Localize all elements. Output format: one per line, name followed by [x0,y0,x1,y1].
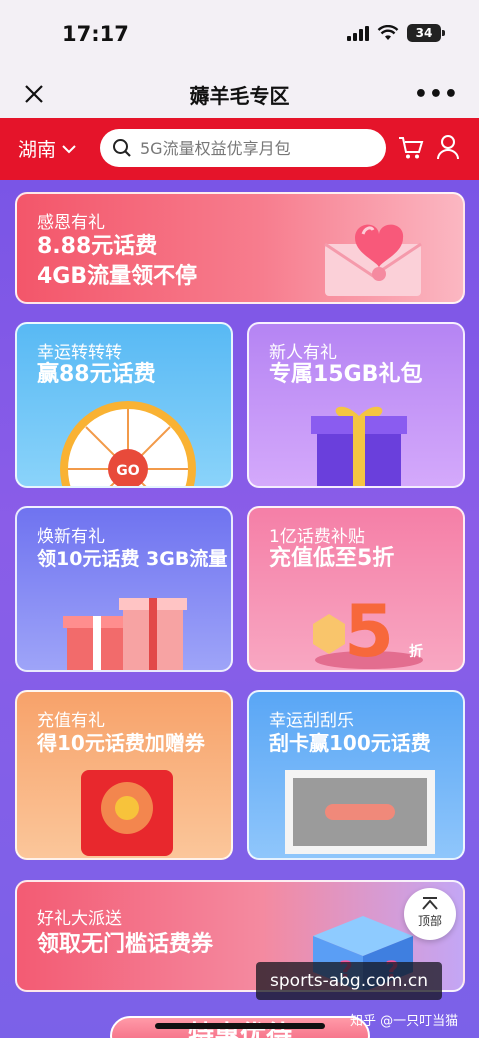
card-headline: 赢88元话费 [37,362,156,387]
chevron-down-icon [62,144,76,153]
discount-badge-icon: 5 折 [313,589,423,670]
promo-card-recharge[interactable]: 充值有礼 得10元话费加赠券 [15,690,233,860]
scratch-card-icon [285,770,435,854]
red-envelope-icon [81,770,173,856]
more-icon[interactable]: ••• [414,82,459,107]
back-to-top-label: 顶部 [417,914,442,928]
cart-icon[interactable] [398,136,424,160]
status-bar: 17:17 34 [0,0,479,70]
battery-icon: 34 [407,24,445,42]
card-headline: 充值低至5折 [269,546,395,571]
promo-card-renew[interactable]: 焕新有礼 领10元话费 3GB流量 [15,506,233,672]
search-input[interactable] [140,138,370,158]
envelope-heart-icon [324,224,422,296]
card-title: 好礼大派送 [37,909,122,929]
promo-card-scratch[interactable]: 幸运刮刮乐 刮卡赢100元话费 [247,690,465,860]
status-time: 17:17 [62,22,129,46]
promo-card-subsidy[interactable]: 1亿话费补贴 充值低至5折 5 折 [247,506,465,672]
gift-boxes-icon [63,598,187,670]
gift-box-icon [311,406,407,486]
search-box[interactable] [100,129,386,167]
wifi-icon [377,25,399,40]
card-headline: 刮卡赢100元话费 [269,731,431,755]
search-bar: 湖南 [0,118,479,180]
promo-card-lucky-wheel[interactable]: 幸运转转转 赢88元话费 GO [15,322,233,488]
discount-unit: 折 [409,643,423,660]
user-icon[interactable] [436,134,460,160]
region-selector[interactable]: 湖南 [18,135,76,162]
signal-icon [347,25,369,41]
back-to-top-button[interactable]: 顶部 [404,888,456,940]
nav-bar: 薅羊毛专区 ••• [0,70,479,118]
credit-watermark: 知乎 @一只叮当猫 [350,1014,459,1029]
status-icons: 34 [347,24,445,42]
page-title: 薅羊毛专区 [189,84,290,108]
region-label: 湖南 [18,139,57,161]
watermark-overlay: sports-abg.com.cn [256,962,442,1000]
card-subline: 4GB流量领不停 [37,264,198,289]
card-headline: 领10元话费 3GB流量 [37,548,228,570]
home-indicator [155,1023,325,1029]
card-headline: 专属15GB礼包 [269,362,423,387]
discount-number: 5 [344,589,394,670]
wheel-go-label: GO [116,463,139,479]
card-headline: 领取无门槛话费券 [37,932,214,957]
promo-card-newcomer[interactable]: 新人有礼 专属15GB礼包 [247,322,465,488]
prize-wheel-icon: GO [60,401,196,486]
up-arrow-icon [422,897,438,910]
search-icon [113,139,131,157]
promo-card-thanks[interactable]: 感恩有礼 8.88元话费 4GB流量领不停 [15,192,465,304]
card-title: 感恩有礼 [37,213,105,233]
card-headline: 8.88元话费 [37,234,158,259]
card-headline: 得10元话费加赠券 [37,731,205,755]
